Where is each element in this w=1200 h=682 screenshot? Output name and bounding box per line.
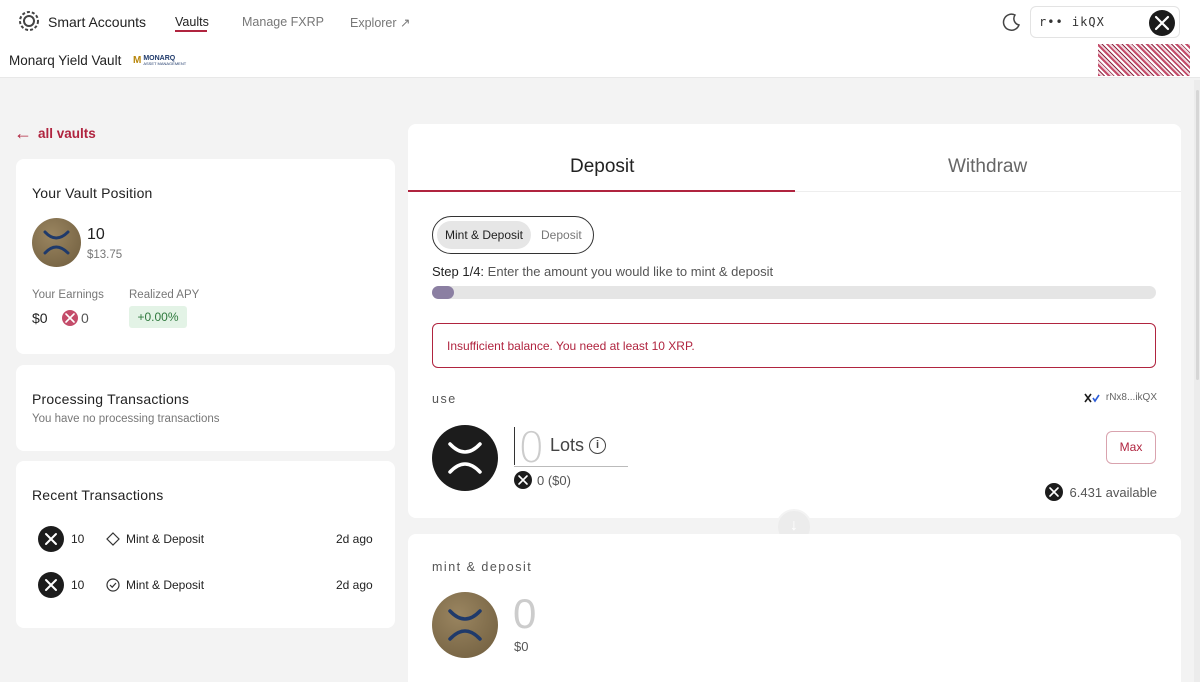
mint-amount: 0 [513, 590, 537, 637]
max-button[interactable]: Max [1106, 431, 1156, 464]
amount-conversion: 0 ($0) [514, 471, 571, 489]
tab-deposit[interactable]: Deposit [570, 156, 634, 178]
processing-empty-text: You have no processing transactions [32, 413, 220, 425]
mint-label: mint & deposit [432, 560, 533, 574]
available-balance: 6.431 available [1044, 483, 1157, 501]
back-link[interactable]: ← all vaults [14, 124, 96, 142]
step-prefix: Step 1/4: [432, 264, 485, 279]
tab-withdraw[interactable]: Withdraw [948, 156, 1027, 178]
fxrp-avatar-icon [32, 218, 81, 267]
tab-active-indicator [408, 190, 795, 192]
unit-label: Lots [550, 435, 585, 455]
smart-accounts-logo-icon[interactable] [18, 10, 40, 32]
xrp-icon [1044, 483, 1063, 501]
monarq-logo: M MONARQ ASSET MANAGEMENT [133, 53, 186, 67]
deposit-panel: Deposit Withdraw Mint & Deposit Deposit … [408, 124, 1181, 518]
earnings-usd: $0 [32, 310, 48, 326]
processing-card: Processing Transactions You have no proc… [16, 365, 395, 451]
step-indicator: Step 1/4: Enter the amount you would lik… [432, 264, 773, 279]
fxrp-icon [62, 310, 78, 326]
segment-deposit[interactable]: Deposit [541, 221, 582, 249]
tx-time: 2d ago [336, 532, 373, 546]
apy-label: Realized APY [129, 289, 200, 301]
vault-position-title: Your Vault Position [32, 185, 153, 201]
nav-manage-fxrp[interactable]: Manage FXRP [242, 15, 324, 29]
xrp-token-icon [432, 425, 498, 491]
tx-time: 2d ago [336, 578, 373, 592]
address-text: rNx8...ikQX [1105, 392, 1157, 403]
xrp-icon [514, 471, 532, 489]
nav-vaults[interactable]: Vaults [175, 15, 209, 29]
tx-type: Mint & Deposit [126, 578, 205, 592]
position-amount: 10 [87, 226, 105, 243]
vault-banner-image [1098, 44, 1190, 76]
fxrp-token-icon [432, 592, 498, 658]
scrollbar-thumb[interactable] [1196, 90, 1199, 380]
wallet-button[interactable]: r•• ikQX [1030, 6, 1180, 38]
top-nav: Smart Accounts Vaults Manage FXRP Explor… [0, 0, 1200, 44]
tx-type: Mint & Deposit [126, 532, 205, 546]
amount-value: 0 [518, 423, 545, 472]
step-progress-bar [432, 286, 1156, 299]
mode-segmented-control: Mint & Deposit Deposit [432, 216, 594, 254]
earnings-label: Your Earnings [32, 289, 104, 301]
monarq-logo-mark: M [133, 54, 142, 66]
table-row[interactable]: 10 Mint & Deposit 2d ago [16, 571, 395, 599]
available-text: 6.431 available [1069, 484, 1157, 500]
tx-amount: 10 [71, 532, 85, 546]
monarq-logo-subtext: ASSET MANAGEMENT [143, 60, 187, 66]
vault-header: Monarq Yield Vault M MONARQ ASSET MANAGE… [0, 44, 1200, 78]
mint-usd: $0 [514, 639, 529, 654]
earnings-xrp: 0 [81, 310, 89, 326]
back-link-label: all vaults [38, 125, 96, 141]
position-usd: $13.75 [87, 249, 123, 261]
moon-icon[interactable] [1002, 12, 1022, 32]
nav-active-indicator [175, 30, 207, 32]
arrow-left-icon: ← [14, 123, 32, 143]
step-text: Enter the amount you would like to mint … [487, 264, 774, 279]
step-progress-fill [432, 286, 454, 299]
table-row[interactable]: 10 Mint & Deposit 2d ago [16, 525, 395, 553]
recent-title: Recent Transactions [32, 487, 164, 503]
brand-name[interactable]: Smart Accounts [48, 14, 146, 30]
apy-badge: +0.00% [129, 306, 187, 328]
tx-amount: 10 [71, 578, 85, 592]
info-icon[interactable]: i [589, 437, 606, 454]
converted-amount: 0 ($0) [537, 472, 571, 488]
diamond-icon [106, 532, 120, 546]
xrp-icon [38, 526, 64, 552]
text-caret [514, 427, 515, 465]
mint-deposit-card: mint & deposit 0 $0 [408, 534, 1181, 682]
vault-position-card: Your Vault Position 10 $13.75 Your Earni… [16, 159, 395, 354]
source-address: rNx8...ikQX [1084, 392, 1157, 403]
xaman-icon [1084, 393, 1100, 402]
recent-transactions-card: Recent Transactions 10 Mint & Deposit 2d… [16, 461, 395, 628]
nav-explorer[interactable]: Explorer ↗ [350, 15, 411, 30]
use-label: use [432, 392, 457, 406]
wallet-address: r•• ikQX [1039, 15, 1105, 29]
error-message: Insufficient balance. You need at least … [432, 323, 1156, 368]
segment-mint-deposit[interactable]: Mint & Deposit [437, 221, 531, 249]
tab-divider [795, 191, 1181, 192]
check-circle-icon [106, 578, 120, 592]
vault-title: Monarq Yield Vault [9, 53, 122, 68]
xrp-icon [1149, 10, 1175, 36]
processing-title: Processing Transactions [32, 391, 190, 407]
xrp-icon [38, 572, 64, 598]
